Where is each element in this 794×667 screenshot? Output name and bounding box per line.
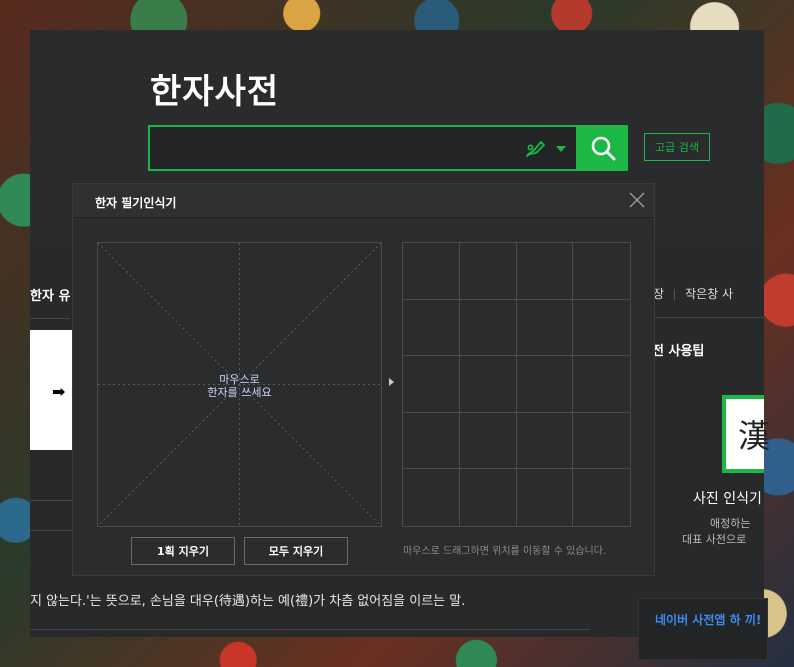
candidate-cell[interactable]: [403, 356, 460, 413]
arrow-right-icon: [389, 378, 394, 386]
candidate-cell[interactable]: [573, 243, 630, 300]
photo-recognizer-desc: 애정하는: [710, 517, 751, 530]
clear-all-button[interactable]: 모두 지우기: [244, 537, 348, 565]
candidate-cell[interactable]: [460, 469, 517, 526]
arrow-icon: ➡: [52, 382, 66, 401]
handwriting-recognizer-dialog[interactable]: 한자 필기인식기 마우스로 한자를 쓰세요 1획 지우기 모두 지우기 마우스로…: [72, 183, 655, 576]
candidate-grid: [402, 242, 631, 527]
page-title: 한자사전: [150, 72, 280, 112]
candidate-cell[interactable]: [459, 356, 517, 413]
candidate-cell[interactable]: [516, 356, 574, 413]
dialog-title: 한자 필기인식기: [95, 196, 177, 210]
app-promo-panel: 네이버 사전앱 하 끼!: [638, 598, 768, 660]
candidate-cell[interactable]: [403, 469, 460, 526]
divider: [30, 629, 590, 630]
search-box[interactable]: [148, 125, 578, 171]
candidate-cell[interactable]: [573, 413, 630, 470]
canvas-hint: 마우스로 한자를 쓰세요: [98, 373, 381, 399]
search-input[interactable]: [156, 133, 516, 163]
candidate-cell[interactable]: [516, 243, 574, 300]
candidate-cell[interactable]: [403, 412, 460, 470]
small-window-link[interactable]: 작은창 사: [685, 287, 733, 301]
photo-recognizer-icon[interactable]: 漢: [722, 395, 770, 473]
candidate-cell[interactable]: [459, 412, 517, 470]
divider: [30, 530, 72, 531]
candidate-cell[interactable]: [516, 299, 574, 357]
pen-icon[interactable]: [524, 137, 548, 161]
hanja-glyph: 漢: [738, 417, 771, 455]
right-toolbar: 저장작은창 사: [642, 285, 733, 302]
canvas-hint-line: 한자를 쓰세요: [207, 386, 272, 399]
undo-stroke-button[interactable]: 1획 지우기: [131, 537, 235, 565]
divider: [30, 500, 72, 501]
divider: [640, 317, 764, 318]
handwriting-canvas[interactable]: 마우스로 한자를 쓰세요: [97, 242, 382, 527]
tips-title: 전 사용팁: [652, 344, 705, 359]
tab-hanja-type[interactable]: 한자 유: [30, 285, 70, 304]
candidate-cell[interactable]: [516, 412, 574, 470]
canvas-hint-line: 마우스로: [219, 373, 260, 386]
candidate-cell[interactable]: [403, 243, 460, 300]
advanced-search-button[interactable]: 고급 검색: [644, 133, 710, 161]
candidate-cell[interactable]: [573, 300, 630, 357]
drag-hint: 마우스로 드래그하면 위치를 이동할 수 있습니다.: [403, 546, 607, 557]
photo-recognizer-desc: 대표 사전으로: [682, 533, 747, 546]
dialog-header[interactable]: 한자 필기인식기: [73, 184, 654, 218]
candidate-cell[interactable]: [459, 243, 517, 300]
search-icon: [591, 136, 616, 161]
separator: [674, 289, 676, 300]
candidate-cell[interactable]: [459, 299, 517, 357]
app-promo-link[interactable]: 네이버 사전앱 하 끼!: [655, 613, 765, 628]
photo-recognizer-label[interactable]: 사진 인식기: [693, 488, 762, 508]
meaning-text: 지 않는다.'는 뜻으로, 손님을 대우(待遇)하는 예(禮)가 차츰 없어짐을…: [30, 594, 466, 609]
candidate-cell[interactable]: [573, 356, 630, 413]
illustration-image: ➡: [30, 330, 72, 450]
divider: [30, 318, 70, 319]
close-icon[interactable]: [628, 191, 646, 209]
search-button[interactable]: [578, 125, 628, 171]
candidate-cell[interactable]: [403, 299, 460, 357]
candidate-cell[interactable]: [517, 469, 574, 526]
chevron-down-icon[interactable]: [556, 146, 566, 152]
candidate-cell[interactable]: [573, 469, 630, 526]
